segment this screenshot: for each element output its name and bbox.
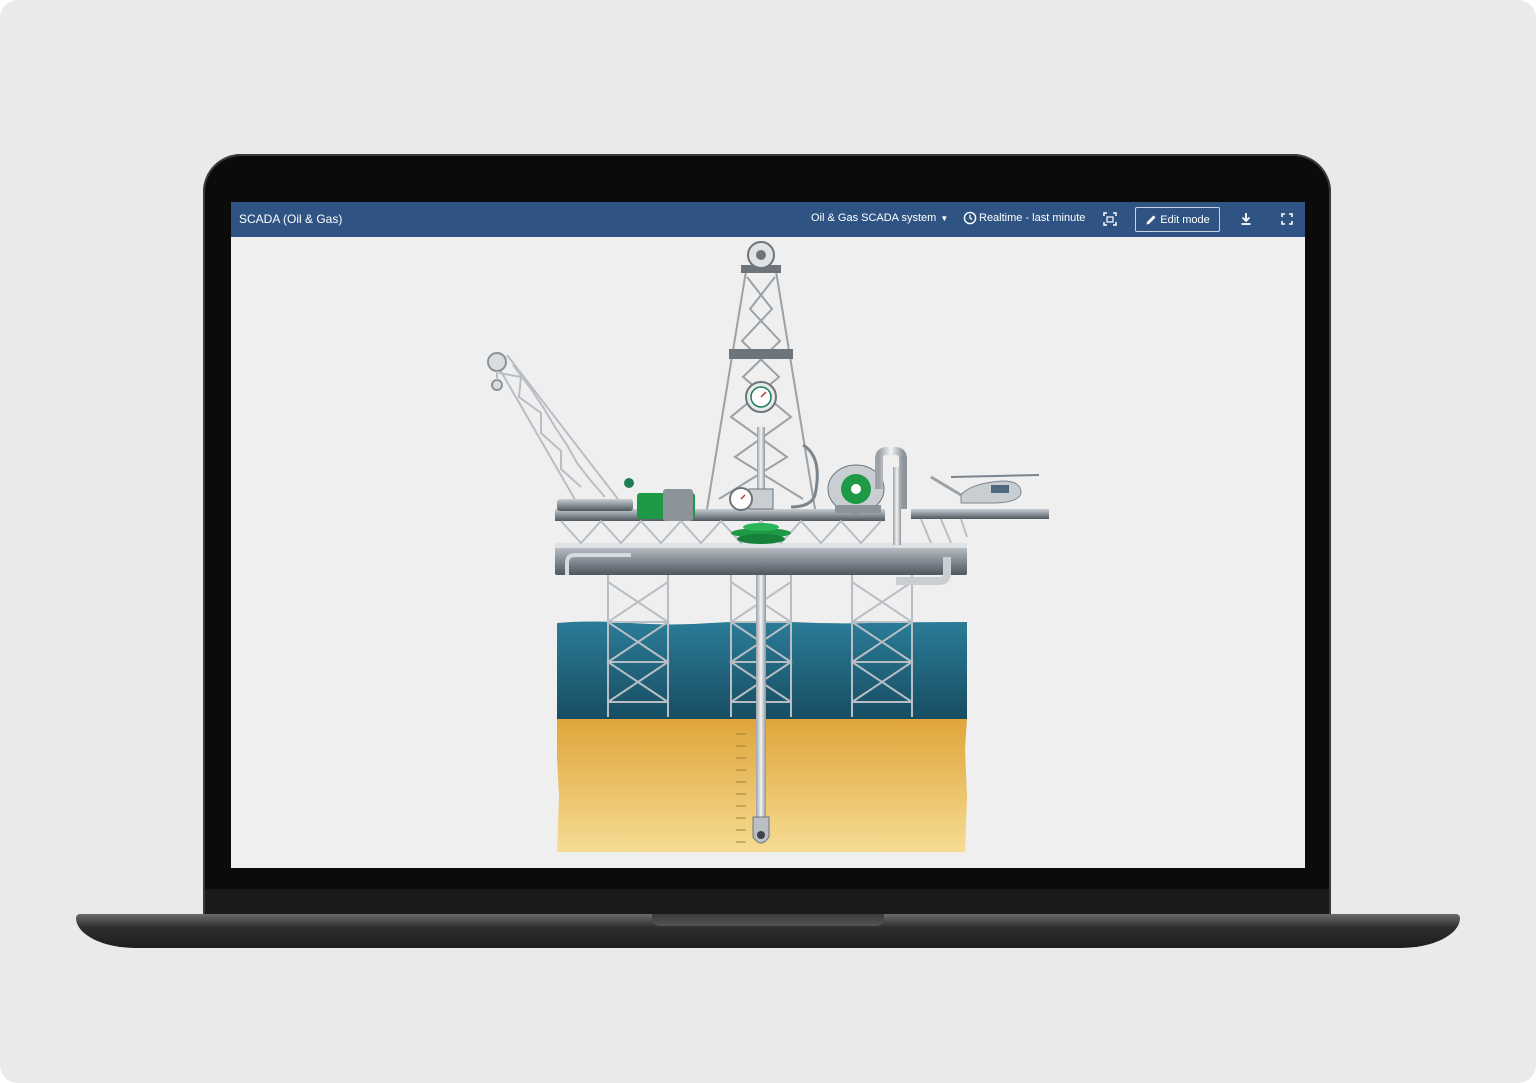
download-icon [1241,213,1251,225]
fit-screen-icon [1103,212,1117,226]
laptop-screen: SCADA (Oil & Gas) Oil & Gas SCADA system… [231,202,1305,868]
edit-mode-button[interactable]: Edit mode [1135,207,1220,232]
top-drive [745,381,819,510]
dashboard-title: SCADA (Oil & Gas) [239,212,343,226]
dashboard-select[interactable]: Oil & Gas SCADA system ▼ [811,212,948,224]
offshore-rig-diagram [487,241,1049,852]
compressor [827,447,907,514]
time-window-label: Realtime - last minute [979,212,1086,224]
entity-view-button[interactable] [1102,211,1118,227]
pressure-gauge-lower [729,487,753,511]
helicopter [930,474,1040,504]
fullscreen-icon [1281,213,1293,225]
edit-mode-label: Edit mode [1160,213,1210,226]
pencil-icon [1146,215,1156,224]
crane [487,352,633,511]
caret-down-icon: ▼ [940,214,949,223]
laptop-hinge-notch [652,914,884,926]
time-window-button[interactable]: Realtime - last minute [963,211,1085,225]
scada-canvas [231,237,1305,868]
clock-icon [963,211,977,225]
download-button[interactable] [1238,211,1254,227]
blowout-preventer [731,523,791,544]
dashboard-toolbar: SCADA (Oil & Gas) Oil & Gas SCADA system… [231,202,1305,237]
dashboard-select-label: Oil & Gas SCADA system [811,212,937,224]
fullscreen-button[interactable] [1279,211,1295,227]
